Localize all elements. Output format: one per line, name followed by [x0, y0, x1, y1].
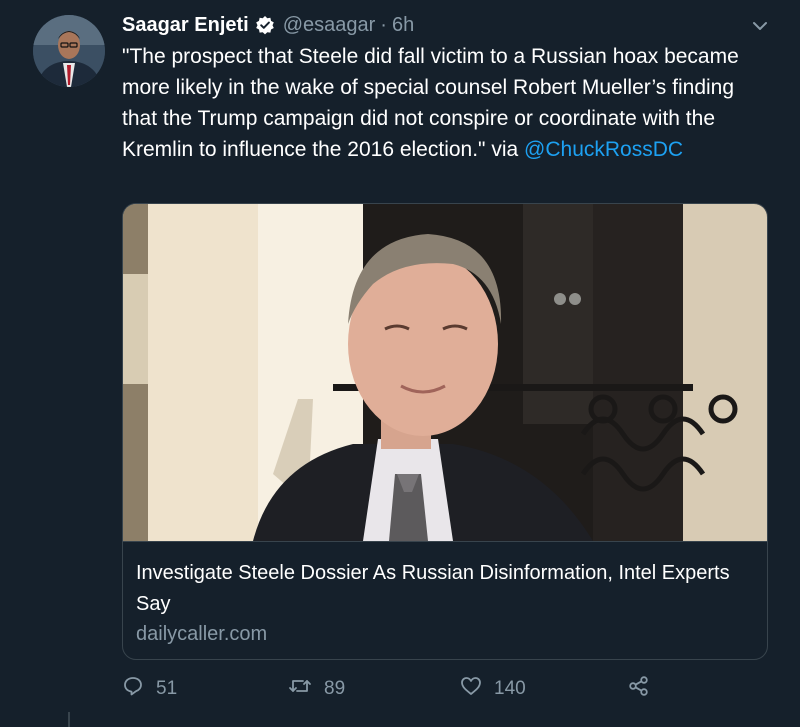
like-count: 140	[494, 678, 526, 699]
tweet-header: Saagar Enjeti @esaagar · 6h	[122, 10, 760, 40]
share-button[interactable]	[628, 672, 650, 706]
tweet-text: "The prospect that Steele did fall victi…	[122, 41, 772, 165]
thread-line	[68, 712, 70, 727]
reply-button[interactable]: 51	[122, 672, 177, 706]
retweet-count: 89	[324, 678, 346, 699]
card-domain: dailycaller.com	[136, 623, 268, 645]
retweet-button[interactable]: 89	[288, 672, 345, 706]
reply-count: 51	[156, 678, 178, 699]
avatar[interactable]	[33, 15, 105, 87]
verified-badge-icon	[255, 15, 275, 35]
card-image	[123, 204, 767, 541]
author-name[interactable]: Saagar Enjeti	[122, 14, 249, 37]
mention-link[interactable]: @ChuckRossDC	[524, 138, 683, 161]
author-handle[interactable]: @esaagar	[283, 14, 376, 37]
tweet-timestamp[interactable]: 6h	[392, 14, 414, 37]
retweet-icon	[288, 675, 312, 703]
card-body: Investigate Steele Dossier As Russian Di…	[123, 541, 767, 659]
reply-icon	[122, 675, 144, 703]
chevron-down-icon[interactable]	[750, 16, 770, 36]
share-icon	[628, 675, 650, 703]
header-separator: ·	[380, 13, 387, 36]
card-title[interactable]: Investigate Steele Dossier As Russian Di…	[136, 558, 746, 620]
link-card[interactable]: Investigate Steele Dossier As Russian Di…	[122, 203, 768, 660]
like-button[interactable]: 140	[460, 672, 526, 706]
tweet-actions: 51 89 140	[0, 672, 800, 708]
like-icon	[460, 675, 482, 703]
